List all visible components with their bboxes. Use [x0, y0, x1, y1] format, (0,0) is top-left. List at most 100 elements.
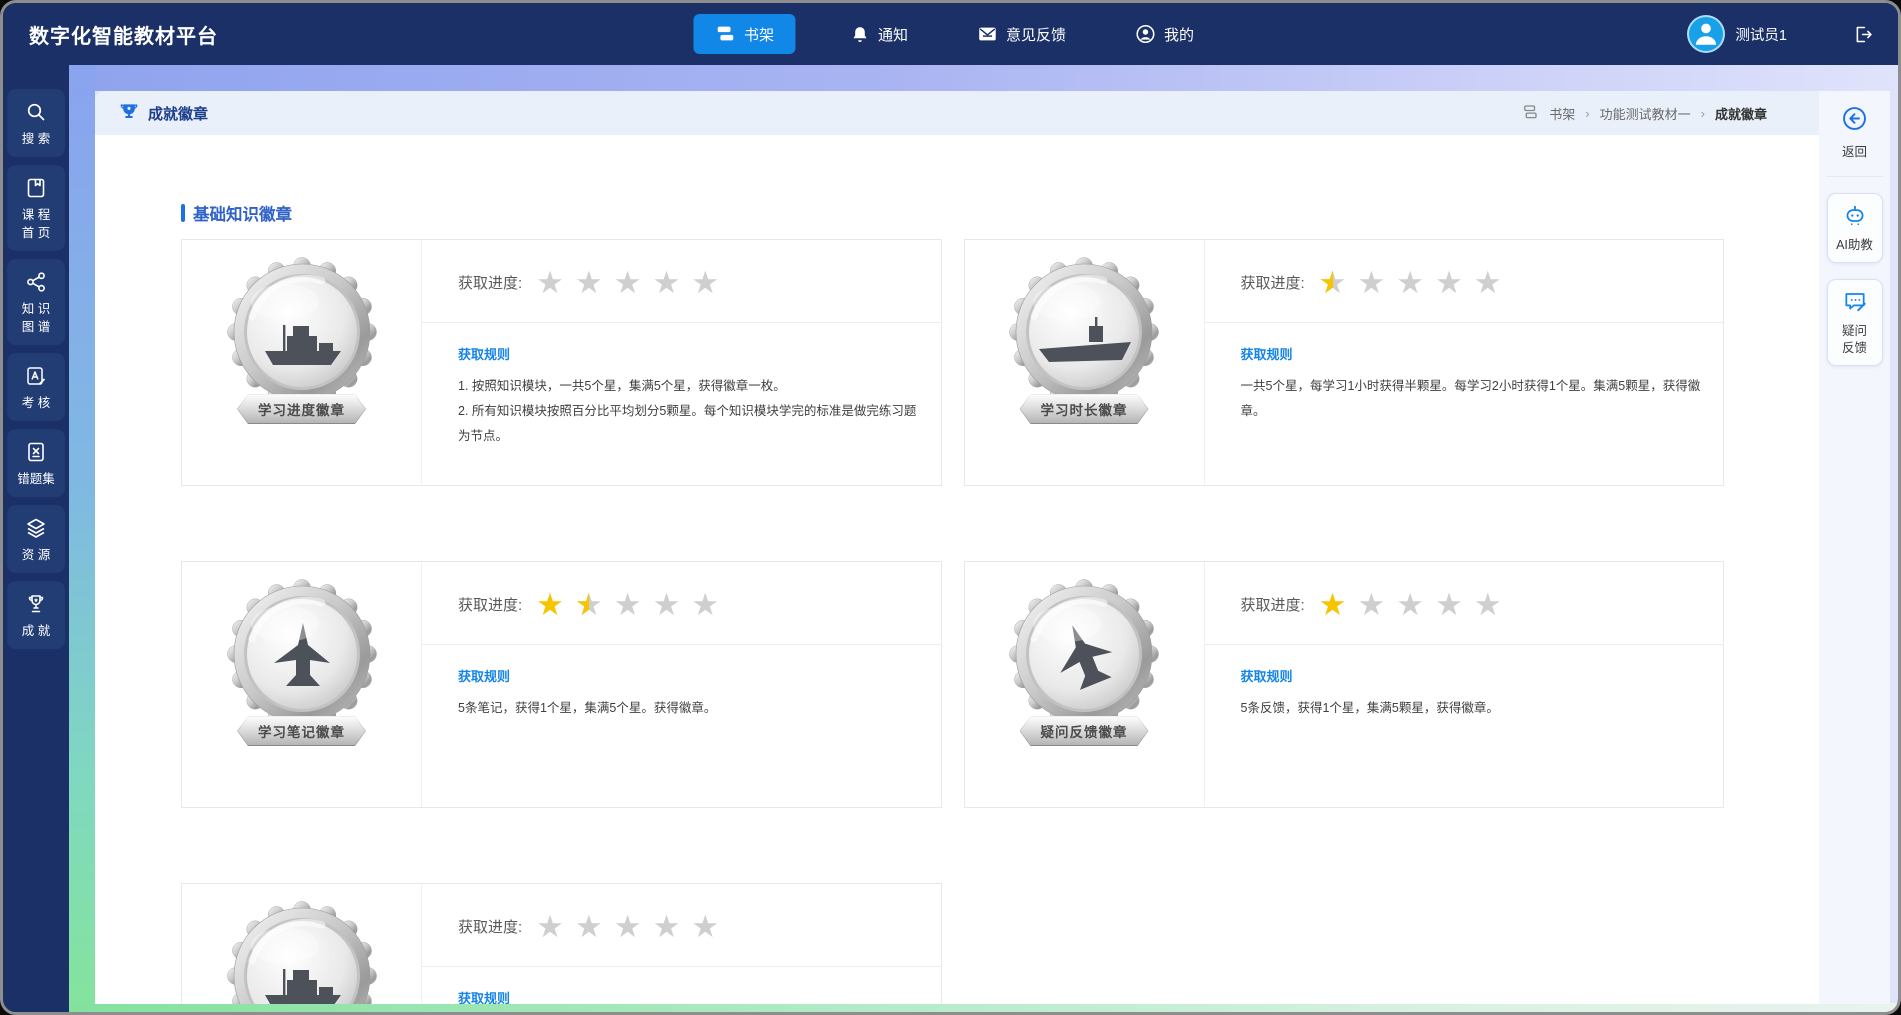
badge-card: 疑问反馈徽章获取进度:★★★★★获取规则5条反馈，获得1个星，集满5颗星，获得徽… — [964, 561, 1725, 808]
badge-rules-block: 获取规则1. 按照知识模块，一共5个星，集满5个星，获得徽章一枚。2. 所有知识… — [422, 323, 941, 465]
mail-icon — [976, 23, 998, 45]
avatar[interactable] — [1687, 15, 1725, 53]
star-empty-icon: ★ — [614, 267, 642, 298]
star-empty-icon: ★ — [691, 267, 719, 298]
robot-icon — [1842, 202, 1868, 233]
badge-card-left: 学习笔记徽章 — [182, 562, 422, 807]
star-half-icon: ★★ — [1319, 267, 1347, 298]
sidebar-item-label: 错题集 — [17, 470, 55, 488]
user-name: 测试员1 — [1735, 24, 1787, 45]
badge-card-right: 获取进度:★★★★★获取规则 — [422, 884, 941, 1004]
star-rating: ★★★★★ — [536, 911, 730, 942]
sidebar-item-achievement[interactable]: 成 就 — [7, 581, 65, 649]
page-title: 成就徽章 — [148, 103, 208, 124]
star-empty-icon: ★ — [575, 911, 603, 942]
breadcrumb-textbook[interactable]: 功能测试教材一 — [1600, 104, 1691, 123]
rules-title: 获取规则 — [458, 344, 923, 363]
ai-assistant-button[interactable]: AI助教 — [1827, 193, 1883, 263]
badge-name-pill: 疑问反馈徽章 — [1020, 716, 1149, 746]
star-empty-icon: ★ — [653, 589, 681, 620]
badge-card-left: 学习时长徽章 — [965, 240, 1205, 485]
sidebar-item-resources[interactable]: 资 源 — [7, 505, 65, 573]
star-empty-icon: ★ — [1357, 267, 1385, 298]
assessment-icon — [24, 364, 48, 388]
badge-card-left: 学习进度徽章 — [182, 240, 422, 485]
sidebar-item-wrong-questions[interactable]: 错题集 — [7, 429, 65, 497]
avatar-user-icon — [1689, 15, 1723, 53]
question-feedback-button[interactable]: 疑问反馈 — [1827, 279, 1883, 366]
main-nav: 书架 通知 意见反馈我的 — [693, 3, 1208, 65]
section-title-bar — [181, 204, 185, 222]
badge-card: 学习笔记徽章获取进度:★★★★★★获取规则5条笔记，获得1个星，集满5个星。获得… — [181, 561, 942, 808]
progress-label: 获取进度: — [1241, 594, 1305, 615]
progress-label: 获取进度: — [458, 272, 522, 293]
badge-name-label: 学习笔记徽章 — [238, 717, 365, 745]
main-panel: 成就徽章 书架 › 功能测试教材一 › 成就徽章 基础知识徽章 — [95, 91, 1819, 1004]
badge-card-right: 获取进度:★★★★★★获取规则一共5个星，每学习1小时获得半颗星。每学习2小时获… — [1205, 240, 1724, 485]
badge-name-label: 学习进度徽章 — [238, 395, 365, 423]
badge-progress-block: 获取进度:★★★★★ — [422, 240, 941, 323]
rules-title: 获取规则 — [1241, 344, 1706, 363]
progress-label: 获取进度: — [458, 594, 522, 615]
star-empty-icon: ★ — [614, 911, 642, 942]
badge-progress-block: 获取进度:★★★★★ — [1205, 562, 1724, 645]
badge-card-right: 获取进度:★★★★★获取规则5条反馈，获得1个星，集满5颗星，获得徽章。 — [1205, 562, 1724, 807]
nav-item-notice[interactable]: 通知 — [835, 15, 922, 54]
breadcrumb-current: 成就徽章 — [1715, 104, 1767, 123]
badge-progress-block: 获取进度:★★★★★★ — [1205, 240, 1724, 323]
breadcrumb-separator: › — [1701, 106, 1705, 121]
top-navbar: 数字化智能教材平台 书架通知意见反馈我的 测试员1 — [3, 3, 1898, 65]
logout-icon[interactable] — [1853, 24, 1874, 45]
sidebar-item-course-home[interactable]: 课 程首 页 — [7, 165, 65, 251]
trophy-icon — [24, 592, 48, 616]
sidebar-item-knowledge-graph[interactable]: 知 识图 谱 — [7, 259, 65, 345]
back-circle-icon — [1841, 105, 1868, 137]
gradient-band-top — [69, 65, 1898, 91]
left-sidebar: 搜 索课 程首 页知 识图 谱考 核错题集资 源成 就 — [3, 65, 69, 1012]
bell-icon — [849, 24, 870, 45]
star-empty-icon: ★ — [575, 267, 603, 298]
gradient-band-bottom — [69, 1003, 1898, 1012]
badge-progress-block: 获取进度:★★★★★★ — [422, 562, 941, 645]
rules-title: 获取规则 — [458, 666, 923, 685]
badge-medallion-image — [227, 579, 377, 729]
nav-item-label: 通知 — [878, 24, 908, 45]
star-rating: ★★★★★ — [536, 267, 730, 298]
user-icon — [1134, 23, 1156, 45]
star-empty-icon: ★ — [653, 911, 681, 942]
back-button[interactable]: 返回 — [1827, 105, 1883, 177]
sidebar-item-label: 搜 索 — [22, 130, 50, 148]
star-empty-icon: ★ — [1435, 267, 1463, 298]
star-half-icon: ★★ — [575, 589, 603, 620]
chat-feedback-icon — [1842, 288, 1868, 319]
star-empty-icon: ★ — [691, 589, 719, 620]
nav-item-mine[interactable]: 我的 — [1120, 14, 1208, 54]
badge-card-right: 获取进度:★★★★★★获取规则5条笔记，获得1个星，集满5个星。获得徽章。 — [422, 562, 941, 807]
star-empty-icon: ★ — [1396, 267, 1424, 298]
badge-rules-block: 获取规则一共5个星，每学习1小时获得半颗星。每学习2小时获得1个星。集满5颗星，… — [1205, 323, 1724, 440]
nav-item-bookshelf[interactable]: 书架 — [693, 14, 795, 54]
sidebar-item-label: 资 源 — [22, 546, 50, 564]
app-window: 数字化智能教材平台 书架通知意见反馈我的 测试员1 搜 索课 程首 页知 识图 … — [0, 0, 1901, 1015]
star-empty-icon: ★ — [653, 267, 681, 298]
sidebar-item-search[interactable]: 搜 索 — [7, 89, 65, 157]
rules-title: 获取规则 — [458, 988, 923, 1004]
nav-item-feedback[interactable]: 意见反馈 — [962, 14, 1080, 54]
bookshelf-small-icon — [1521, 103, 1539, 124]
badge-rules-block: 获取规则5条笔记，获得1个星，集满5个星。获得徽章。 — [422, 645, 941, 737]
badge-card-right: 获取进度:★★★★★获取规则1. 按照知识模块，一共5个星，集满5个星，获得徽章… — [422, 240, 941, 485]
badge-card-left: 疑问反馈徽章 — [965, 562, 1205, 807]
star-empty-icon: ★ — [1435, 589, 1463, 620]
panel-body: 基础知识徽章 学习进度徽章获取进度:★★★★★获取规则1. 按照知识模块，一共5… — [95, 135, 1819, 1004]
badge-rules-block: 获取规则 — [422, 967, 941, 1004]
bookshelf-icon — [714, 23, 736, 45]
star-rating: ★★★★★ — [1319, 589, 1513, 620]
star-empty-icon: ★ — [1396, 589, 1424, 620]
sidebar-item-assessment[interactable]: 考 核 — [7, 353, 65, 421]
breadcrumb-separator: › — [1585, 106, 1589, 121]
breadcrumb-bookshelf[interactable]: 书架 — [1549, 104, 1575, 123]
wrong-book-icon — [24, 440, 48, 464]
user-area: 测试员1 — [1687, 3, 1874, 65]
rule-text: 2. 所有知识模块按照百分比平均划分5颗星。每个知识模块学完的标准是做完练习题为… — [458, 399, 923, 449]
badge-name-pill: 学习笔记徽章 — [237, 716, 366, 746]
